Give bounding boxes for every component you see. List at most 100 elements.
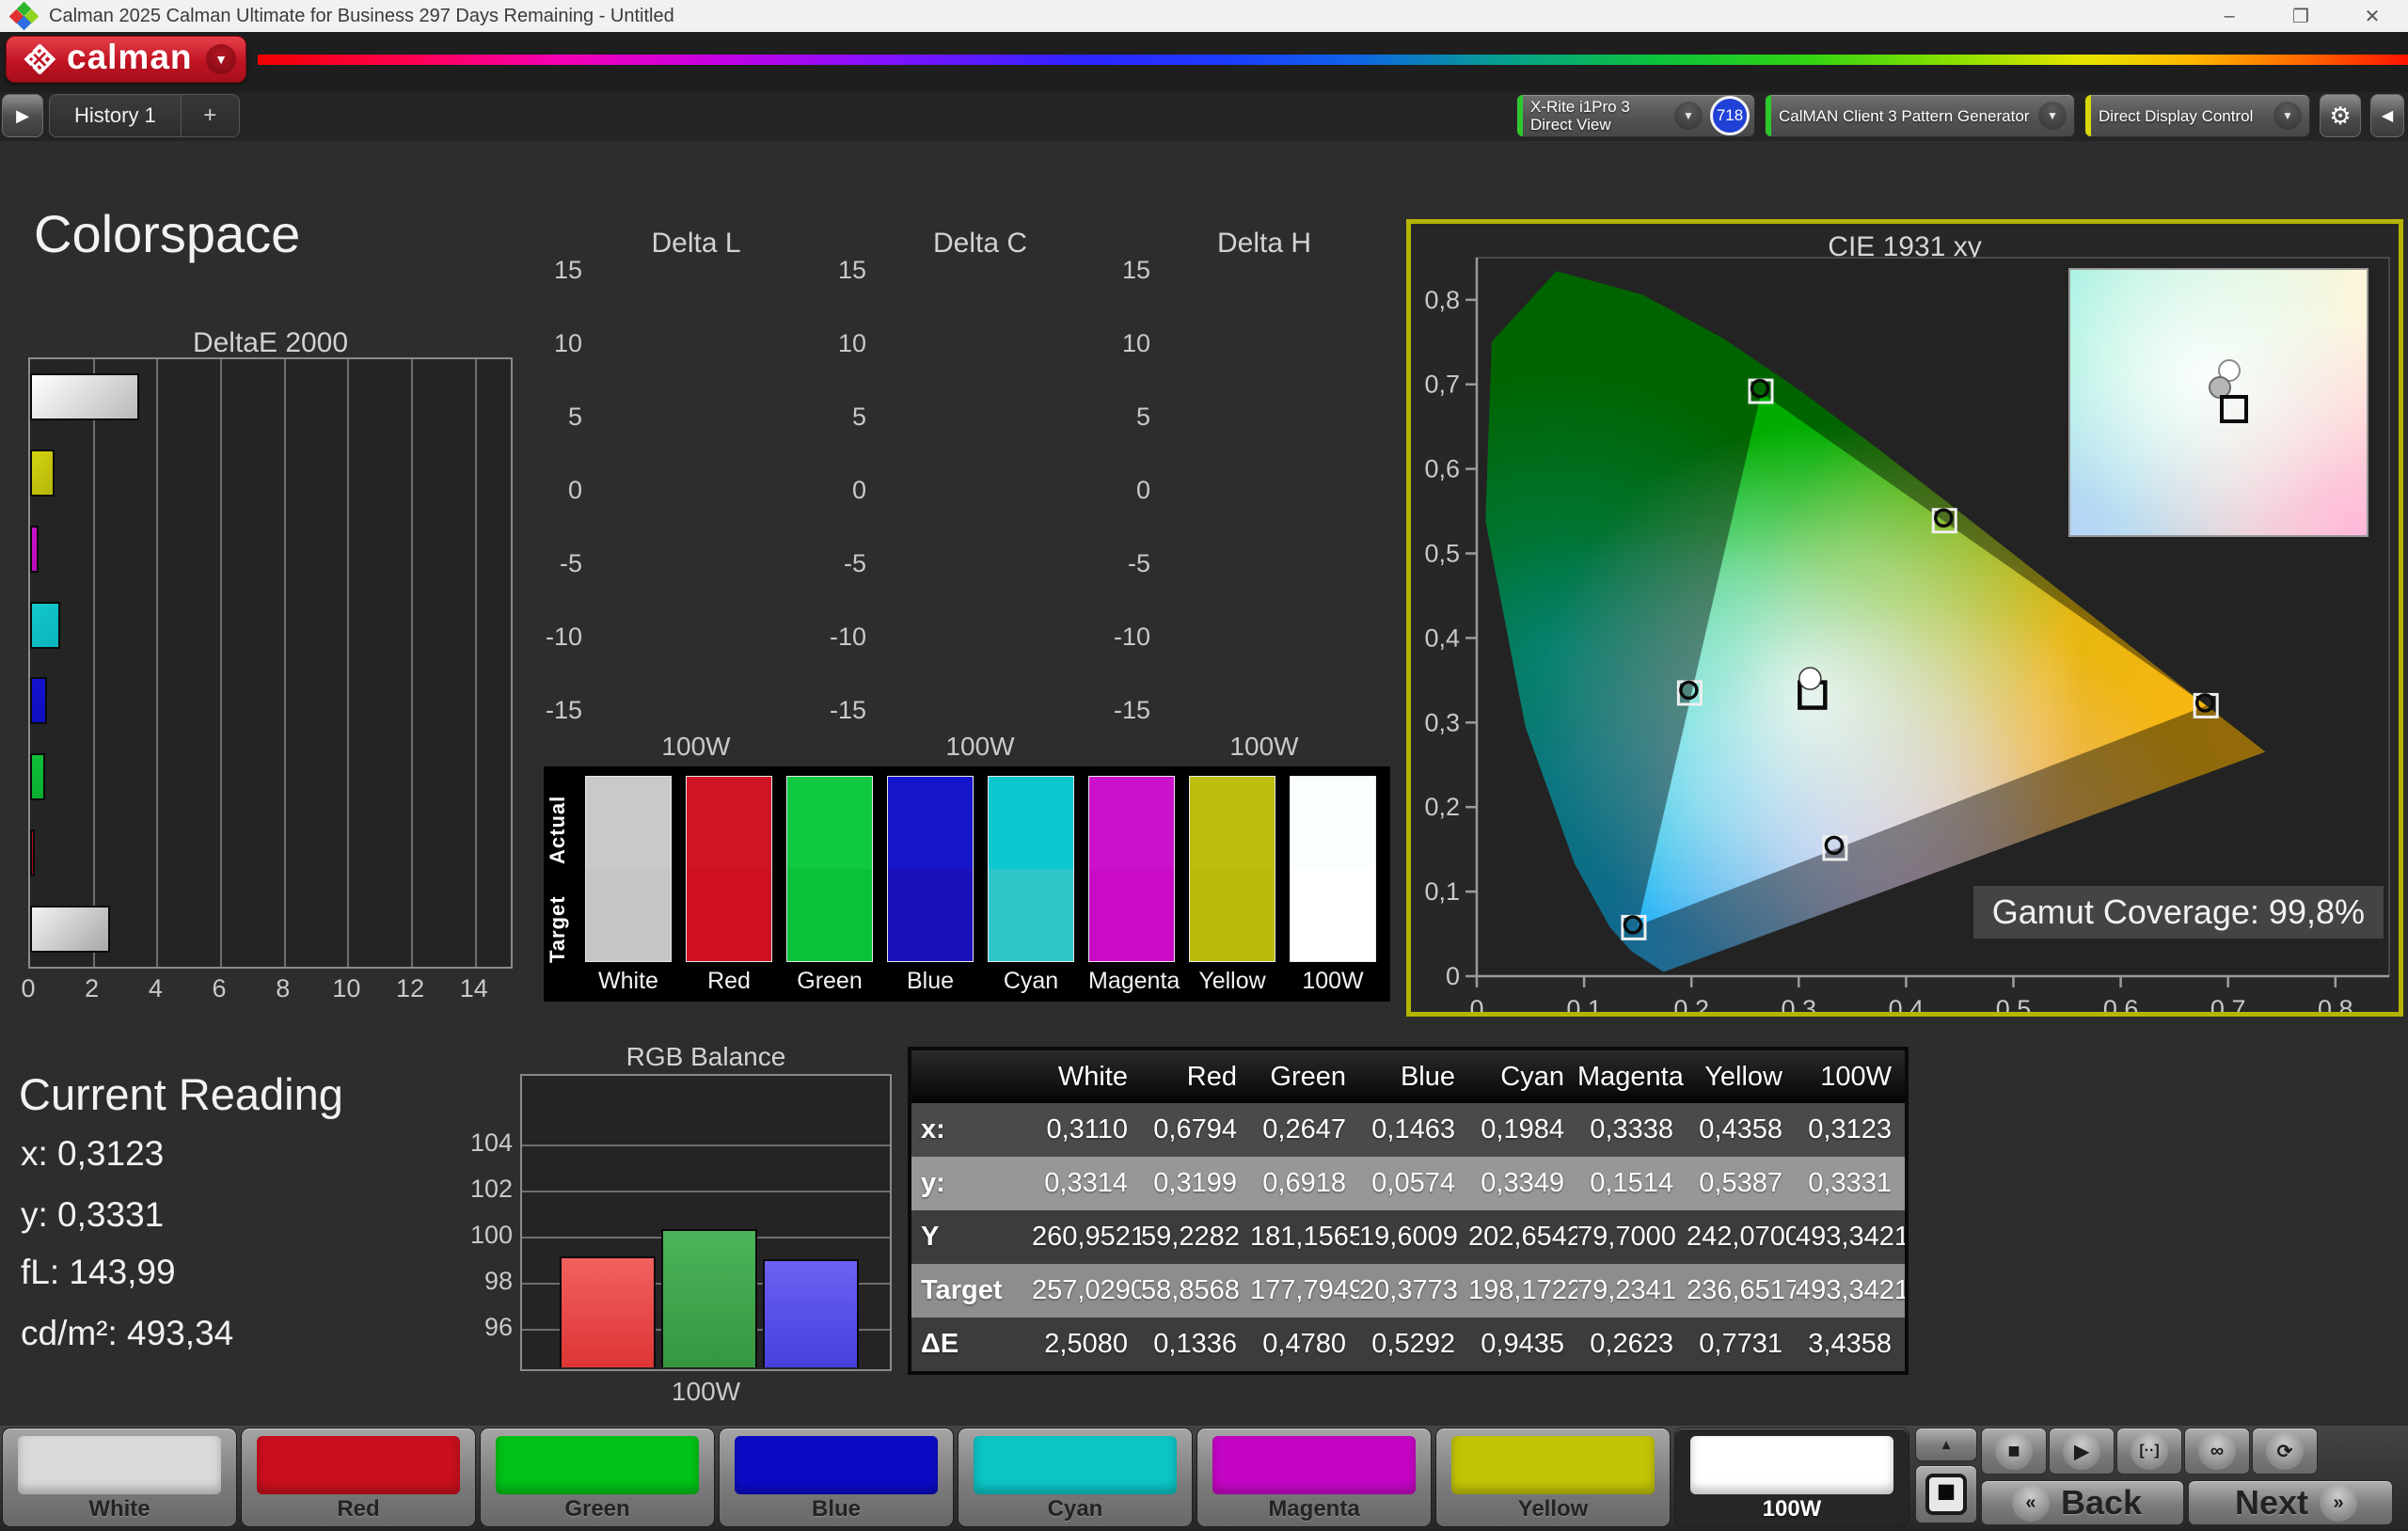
transport-step-button[interactable]: [··]	[2116, 1428, 2182, 1475]
rgb-y-tick-label: 96	[460, 1313, 513, 1342]
deltae-gridline	[475, 359, 477, 967]
delta-y-tick-label: 10	[814, 329, 866, 358]
deltae-bar-100w	[30, 373, 139, 420]
pattern-button-label: Blue	[720, 1496, 953, 1523]
rgb-y-tick-label: 100	[460, 1221, 513, 1250]
swatch-target	[1089, 869, 1174, 961]
table-cell: 0,3331	[1796, 1157, 1905, 1210]
deltae-x-tick-label: 12	[382, 974, 438, 1003]
delta-chart-title: Delta H	[1158, 228, 1370, 260]
delta-y-tick-label: 0	[530, 476, 582, 505]
table-cell: 0,9435	[1468, 1318, 1577, 1371]
cie-1931-panel[interactable]: CIE 1931 xy	[1406, 219, 2403, 1017]
cie-x-tick-label: 0,3	[1782, 995, 1817, 1017]
chevron-down-icon: ▼	[2038, 102, 2067, 130]
swatch-actual	[586, 777, 671, 869]
pattern-button-white[interactable]: White	[2, 1428, 237, 1527]
swatch-column-magenta: Magenta	[1088, 776, 1175, 995]
deltae-bar-cyan	[30, 602, 60, 649]
pattern-button-100w[interactable]: 100W	[1674, 1428, 1909, 1527]
cie-y-tick-label: 0,7	[1424, 371, 1460, 399]
deltae-gridline	[156, 359, 158, 967]
table-cell: 0,3338	[1577, 1103, 1687, 1157]
swatch-actual	[888, 777, 973, 869]
panel-up-button[interactable]: ▲	[1915, 1428, 1977, 1461]
cie-y-tick-label: 0,5	[1424, 540, 1460, 568]
add-tab-button[interactable]: +	[181, 95, 239, 136]
display-control-dropdown[interactable]: Direct Display Control ▼	[2084, 94, 2310, 137]
table-header-cell: Green	[1250, 1050, 1359, 1104]
pattern-button-magenta[interactable]: Magenta	[1196, 1428, 1432, 1527]
transport-play-button[interactable]: ▶	[2049, 1428, 2115, 1475]
back-button[interactable]: « Back	[1981, 1480, 2184, 1525]
table-cell: 0,1463	[1359, 1103, 1468, 1157]
close-button[interactable]: ✕	[2337, 0, 2408, 32]
deltae-chart	[28, 357, 513, 969]
pattern-window-icon: ■	[1925, 1474, 1967, 1515]
transport-stop-button[interactable]: ■	[1981, 1428, 2047, 1475]
pattern-generator-dropdown[interactable]: CalMAN Client 3 Pattern Generator ▼	[1765, 94, 2075, 137]
swatch-actual	[989, 777, 1073, 869]
cie-y-tick-label: 0,4	[1424, 623, 1460, 652]
actual-target-swatch-strip: Actual Target WhiteRedGreenBlueCyanMagen…	[544, 766, 1390, 1002]
transport-continuous-button[interactable]: ∞	[2184, 1428, 2250, 1475]
swatch-blue	[887, 776, 974, 962]
minimize-button[interactable]: –	[2194, 0, 2265, 32]
delta-y-tick-label: 15	[1098, 256, 1150, 285]
pattern-button-label: Red	[242, 1496, 475, 1523]
table-cell: 2,5080	[1032, 1318, 1141, 1371]
swatch-label: 100W	[1290, 968, 1376, 995]
table-header-cell: Red	[1141, 1050, 1250, 1104]
table-row: Target Y257,029058,8568177,794920,377319…	[911, 1264, 1905, 1318]
calman-menu-button[interactable]: calman ▼	[6, 36, 246, 83]
table-cell: 0,3314	[1032, 1157, 1141, 1210]
pattern-button-red[interactable]: Red	[241, 1428, 476, 1527]
expand-nav-button[interactable]: ▶	[2, 94, 43, 137]
reading-y: y: 0,3331	[21, 1195, 164, 1235]
table-cell: 198,1722	[1468, 1264, 1577, 1318]
cie-y-tick-label: 0	[1446, 962, 1460, 990]
table-cell: 0,4358	[1687, 1103, 1796, 1157]
swatch-column-green: Green	[786, 776, 873, 995]
pattern-button-yellow[interactable]: Yellow	[1435, 1428, 1671, 1527]
transport-refresh-button[interactable]: ⟳	[2252, 1428, 2318, 1475]
deltae-gridline	[220, 359, 222, 967]
table-cell: 177,7949	[1250, 1264, 1359, 1318]
meter-dropdown[interactable]: X-Rite i1Pro 3Direct View ▼ 718	[1516, 94, 1755, 137]
cie-x-tick-label: 0	[1469, 995, 1483, 1017]
delta-chart-title: Delta C	[874, 228, 1086, 260]
settings-button[interactable]: ⚙	[2320, 94, 2361, 137]
reading-cdm2: cd/m²: 493,34	[21, 1314, 233, 1353]
table-cell: 236,6517	[1687, 1264, 1796, 1318]
table-cell: 0,2647	[1250, 1103, 1359, 1157]
table-cell: 79,7000	[1577, 1210, 1687, 1264]
delta-y-tick-label: -10	[530, 623, 582, 652]
collapse-panel-button[interactable]: ◀	[2370, 94, 2404, 137]
reading-fl: fL: 143,99	[21, 1253, 176, 1292]
table-cell: 0,1336	[1141, 1318, 1250, 1371]
pattern-button-blue[interactable]: Blue	[719, 1428, 954, 1527]
deltae-gridline	[347, 359, 349, 967]
table-cell: 0,5292	[1359, 1318, 1468, 1371]
logo-dropdown-arrow-icon: ▼	[206, 44, 236, 74]
swatch-target	[888, 869, 973, 961]
pattern-button-cyan[interactable]: Cyan	[958, 1428, 1193, 1527]
delta-x-label: 100W	[1158, 732, 1370, 762]
swatch-column-white: White	[585, 776, 672, 995]
table-cell: 58,8568	[1141, 1264, 1250, 1318]
pattern-button-label: Yellow	[1436, 1496, 1670, 1523]
tab-history-1[interactable]: History 1	[50, 95, 181, 136]
delta-y-tick-label: 5	[530, 402, 582, 432]
cie-x-tick-label: 0,1	[1566, 995, 1602, 1017]
calman-logo-text: calman	[67, 38, 193, 77]
pattern-button-label: 100W	[1675, 1496, 1909, 1523]
app-header: calman ▼	[0, 32, 2408, 92]
restore-button[interactable]: ❐	[2265, 0, 2337, 32]
pattern-button-green[interactable]: Green	[480, 1428, 715, 1527]
next-button[interactable]: Next »	[2188, 1480, 2393, 1525]
pattern-window-button[interactable]: ■	[1915, 1465, 1977, 1523]
table-cell: 493,3421	[1796, 1264, 1905, 1318]
swatch-actual	[687, 777, 771, 869]
cie-x-tick-label: 0,6	[2103, 995, 2139, 1017]
cie-x-tick-label: 0,4	[1889, 995, 1925, 1017]
